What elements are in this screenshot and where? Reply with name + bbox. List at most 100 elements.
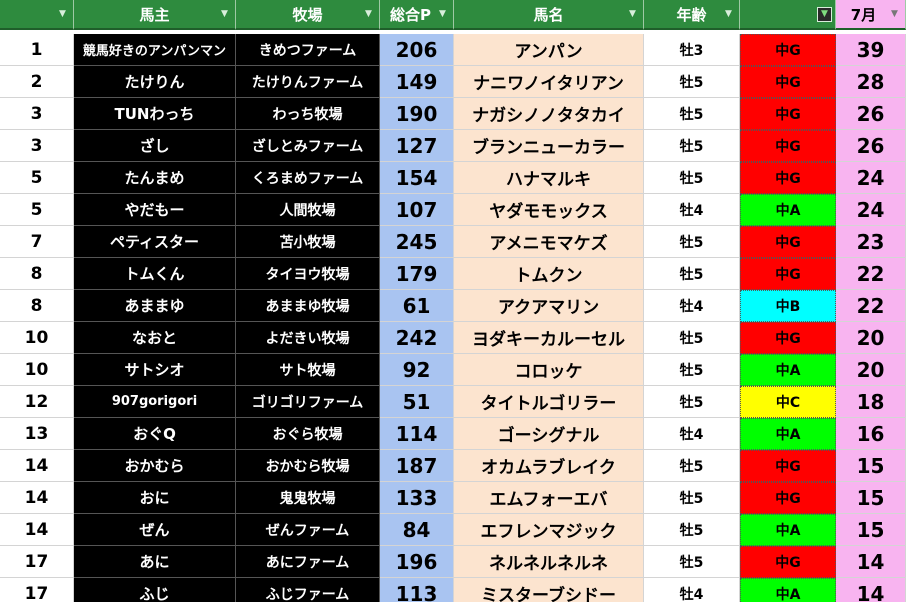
- cell-month[interactable]: 20: [836, 354, 906, 386]
- cell-age[interactable]: 牡4: [644, 290, 740, 322]
- cell-horse-name[interactable]: エムフォーエバ: [454, 482, 644, 514]
- cell-grade[interactable]: 中G: [740, 482, 836, 514]
- cell-rank[interactable]: 10: [0, 354, 74, 386]
- cell-grade[interactable]: 中G: [740, 450, 836, 482]
- cell-age[interactable]: 牡5: [644, 162, 740, 194]
- cell-horse-name[interactable]: アクアマリン: [454, 290, 644, 322]
- cell-points[interactable]: 242: [380, 322, 454, 354]
- cell-month[interactable]: 26: [836, 98, 906, 130]
- cell-owner[interactable]: ざし: [74, 130, 236, 162]
- cell-owner[interactable]: あに: [74, 546, 236, 578]
- cell-horse-name[interactable]: ミスターブシドー: [454, 578, 644, 602]
- cell-rank[interactable]: 14: [0, 514, 74, 546]
- cell-grade[interactable]: 中G: [740, 162, 836, 194]
- filter-dropdown-icon[interactable]: ▼: [435, 7, 450, 22]
- cell-rank[interactable]: 17: [0, 546, 74, 578]
- cell-grade[interactable]: 中G: [740, 322, 836, 354]
- cell-horse-name[interactable]: アメニモマケズ: [454, 226, 644, 258]
- cell-ranch[interactable]: おぐら牧場: [236, 418, 380, 450]
- cell-horse-name[interactable]: コロッケ: [454, 354, 644, 386]
- cell-rank[interactable]: 12: [0, 386, 74, 418]
- cell-points[interactable]: 107: [380, 194, 454, 226]
- cell-owner[interactable]: やだもー: [74, 194, 236, 226]
- cell-age[interactable]: 牡5: [644, 226, 740, 258]
- filter-dropdown-icon[interactable]: ▼: [217, 7, 232, 22]
- cell-points[interactable]: 190: [380, 98, 454, 130]
- header-owner[interactable]: 馬主 ▼: [74, 0, 236, 30]
- cell-points[interactable]: 206: [380, 34, 454, 66]
- cell-points[interactable]: 113: [380, 578, 454, 602]
- cell-month[interactable]: 24: [836, 162, 906, 194]
- cell-grade[interactable]: 中B: [740, 290, 836, 322]
- cell-age[interactable]: 牡4: [644, 418, 740, 450]
- cell-points[interactable]: 84: [380, 514, 454, 546]
- cell-age[interactable]: 牡5: [644, 546, 740, 578]
- cell-rank[interactable]: 1: [0, 34, 74, 66]
- cell-horse-name[interactable]: オカムラブレイク: [454, 450, 644, 482]
- cell-points[interactable]: 92: [380, 354, 454, 386]
- cell-rank[interactable]: 2: [0, 66, 74, 98]
- cell-age[interactable]: 牡3: [644, 34, 740, 66]
- cell-grade[interactable]: 中G: [740, 98, 836, 130]
- cell-age[interactable]: 牡5: [644, 354, 740, 386]
- cell-age[interactable]: 牡5: [644, 482, 740, 514]
- cell-ranch[interactable]: ざしとみファーム: [236, 130, 380, 162]
- cell-rank[interactable]: 10: [0, 322, 74, 354]
- cell-owner[interactable]: ぜん: [74, 514, 236, 546]
- cell-ranch[interactable]: きめつファーム: [236, 34, 380, 66]
- cell-ranch[interactable]: 苫小牧場: [236, 226, 380, 258]
- cell-points[interactable]: 133: [380, 482, 454, 514]
- cell-rank[interactable]: 3: [0, 98, 74, 130]
- cell-points[interactable]: 154: [380, 162, 454, 194]
- cell-age[interactable]: 牡5: [644, 258, 740, 290]
- cell-month[interactable]: 15: [836, 482, 906, 514]
- cell-horse-name[interactable]: ネルネルネルネ: [454, 546, 644, 578]
- cell-owner[interactable]: 競馬好きのアンパンマン: [74, 34, 236, 66]
- filter-dropdown-icon[interactable]: ▼: [625, 7, 640, 22]
- cell-owner[interactable]: ペティスター: [74, 226, 236, 258]
- cell-month[interactable]: 15: [836, 514, 906, 546]
- cell-ranch[interactable]: よだきい牧場: [236, 322, 380, 354]
- cell-owner[interactable]: あままゆ: [74, 290, 236, 322]
- cell-owner[interactable]: TUNわっち: [74, 98, 236, 130]
- cell-rank[interactable]: 5: [0, 162, 74, 194]
- cell-ranch[interactable]: サト牧場: [236, 354, 380, 386]
- cell-rank[interactable]: 5: [0, 194, 74, 226]
- cell-horse-name[interactable]: ヨダキーカルーセル: [454, 322, 644, 354]
- cell-grade[interactable]: 中G: [740, 226, 836, 258]
- cell-owner[interactable]: サトシオ: [74, 354, 236, 386]
- cell-ranch[interactable]: ゴリゴリファーム: [236, 386, 380, 418]
- cell-grade[interactable]: 中G: [740, 258, 836, 290]
- cell-rank[interactable]: 8: [0, 290, 74, 322]
- header-horse[interactable]: 馬名 ▼: [454, 0, 644, 30]
- cell-month[interactable]: 28: [836, 66, 906, 98]
- cell-grade[interactable]: 中G: [740, 34, 836, 66]
- cell-age[interactable]: 牡5: [644, 130, 740, 162]
- cell-age[interactable]: 牡4: [644, 194, 740, 226]
- cell-month[interactable]: 22: [836, 290, 906, 322]
- cell-ranch[interactable]: わっち牧場: [236, 98, 380, 130]
- cell-grade[interactable]: 中C: [740, 386, 836, 418]
- cell-points[interactable]: 179: [380, 258, 454, 290]
- cell-owner[interactable]: なおと: [74, 322, 236, 354]
- cell-points[interactable]: 245: [380, 226, 454, 258]
- cell-ranch[interactable]: たけりんファーム: [236, 66, 380, 98]
- cell-owner[interactable]: ふじ: [74, 578, 236, 602]
- header-month[interactable]: 7月 ▼: [836, 0, 906, 30]
- header-rank[interactable]: ▼: [0, 0, 74, 30]
- cell-owner[interactable]: おに: [74, 482, 236, 514]
- cell-grade[interactable]: 中G: [740, 130, 836, 162]
- cell-grade[interactable]: 中A: [740, 418, 836, 450]
- cell-ranch[interactable]: ぜんファーム: [236, 514, 380, 546]
- cell-rank[interactable]: 14: [0, 450, 74, 482]
- cell-horse-name[interactable]: ナガシノノタタカイ: [454, 98, 644, 130]
- cell-rank[interactable]: 17: [0, 578, 74, 602]
- cell-age[interactable]: 牡5: [644, 450, 740, 482]
- cell-age[interactable]: 牡5: [644, 66, 740, 98]
- cell-horse-name[interactable]: ヤダモモックス: [454, 194, 644, 226]
- cell-horse-name[interactable]: ハナマルキ: [454, 162, 644, 194]
- cell-owner[interactable]: おかむら: [74, 450, 236, 482]
- cell-horse-name[interactable]: アンパン: [454, 34, 644, 66]
- cell-month[interactable]: 15: [836, 450, 906, 482]
- header-age[interactable]: 年齢 ▼: [644, 0, 740, 30]
